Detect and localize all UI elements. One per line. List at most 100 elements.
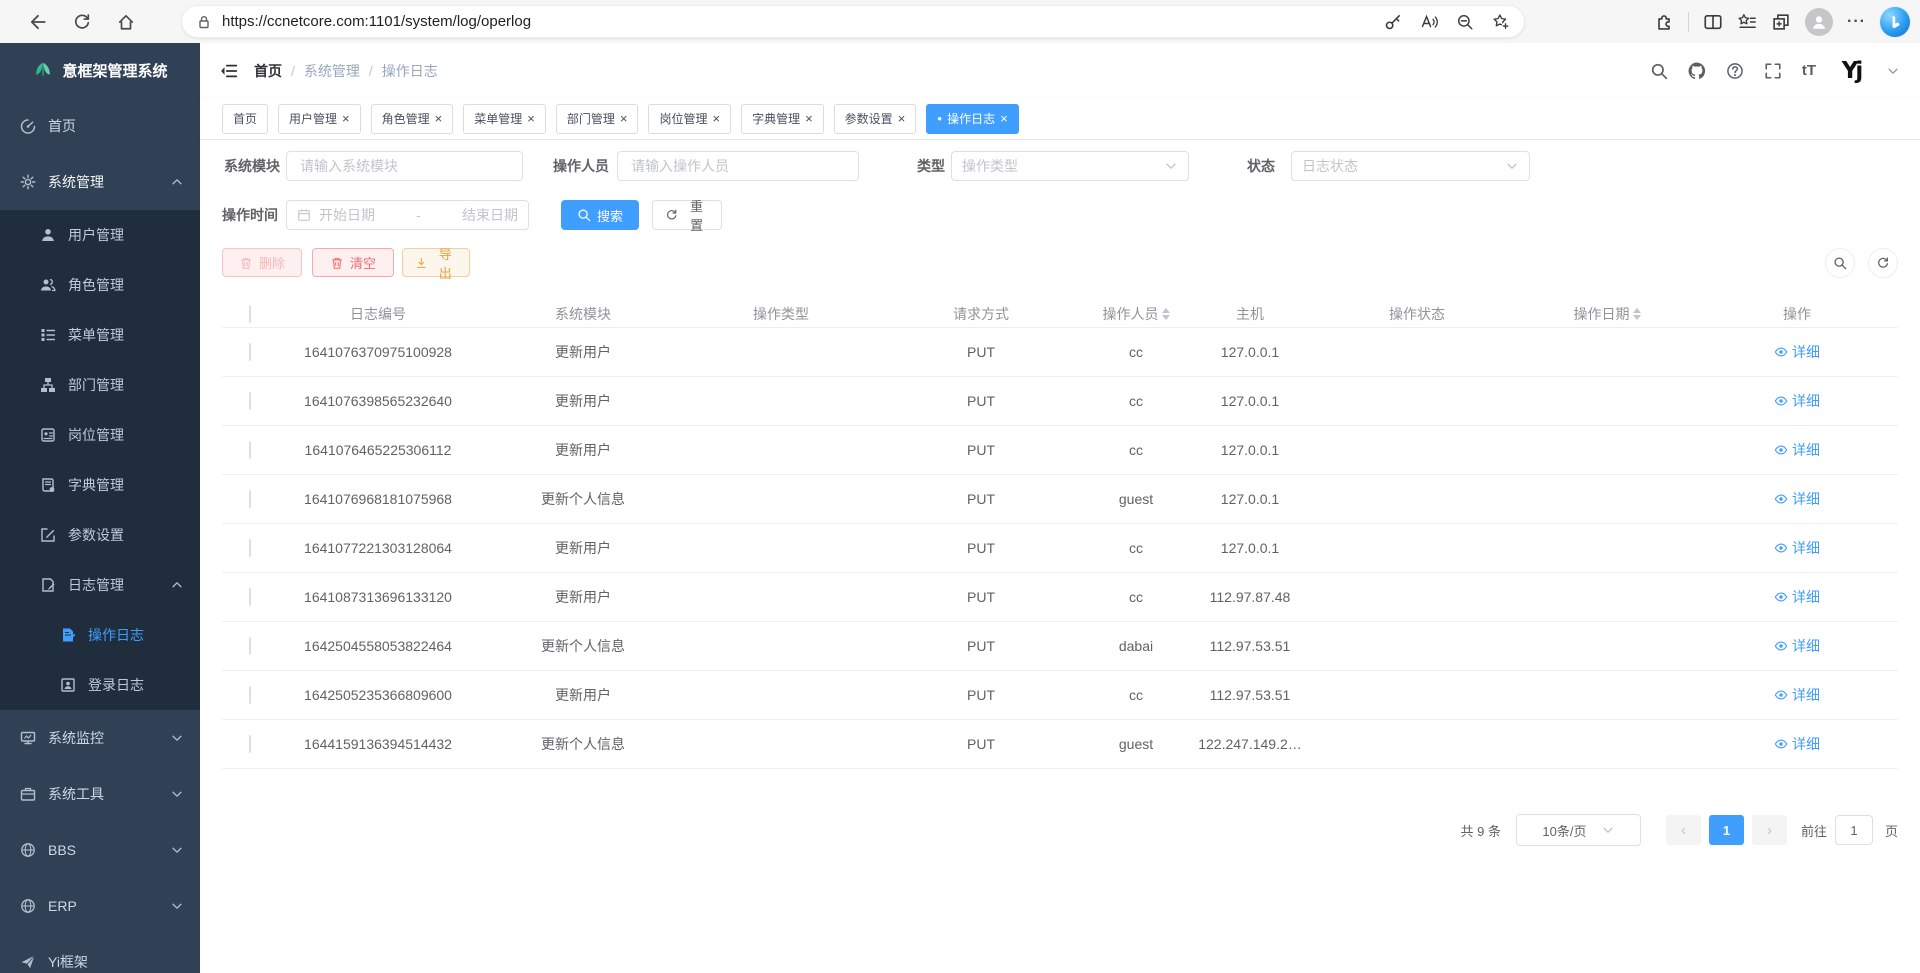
- tab-operation-log[interactable]: ●操作日志×: [926, 104, 1018, 134]
- clear-button[interactable]: 清空: [312, 248, 394, 277]
- search-icon[interactable]: [1650, 62, 1668, 80]
- close-icon[interactable]: ×: [342, 112, 350, 125]
- sidebar-item-yi-framework[interactable]: Yi框架: [0, 934, 200, 973]
- tab-parameter-settings[interactable]: 参数设置×: [834, 104, 917, 134]
- sidebar-item-home[interactable]: 首页: [0, 98, 200, 154]
- sidebar-item-posts[interactable]: 岗位管理: [0, 410, 200, 460]
- sidebar-item-departments[interactable]: 部门管理: [0, 360, 200, 410]
- browser-home-button[interactable]: [112, 8, 140, 36]
- export-button[interactable]: 导出: [402, 248, 470, 277]
- sidebar-item-users[interactable]: 用户管理: [0, 210, 200, 260]
- row-checkbox[interactable]: [249, 686, 251, 704]
- browser-refresh-button[interactable]: [68, 8, 96, 36]
- detail-link[interactable]: 详细: [1774, 391, 1820, 411]
- refresh-table-button[interactable]: [1868, 248, 1898, 278]
- cell-module: 更新个人信息: [478, 720, 688, 769]
- tab-role-management[interactable]: 角色管理×: [371, 104, 454, 134]
- close-icon[interactable]: ×: [435, 112, 443, 125]
- sidebar-toggle-button[interactable]: [220, 62, 238, 80]
- close-icon[interactable]: ×: [898, 112, 906, 125]
- caret-down-icon[interactable]: [1886, 64, 1900, 78]
- row-checkbox[interactable]: [249, 490, 251, 508]
- sidebar-item-menus[interactable]: 菜单管理: [0, 310, 200, 360]
- date-range-picker[interactable]: 开始日期 - 结束日期: [286, 200, 529, 230]
- close-icon[interactable]: ×: [620, 112, 628, 125]
- browser-profile-avatar[interactable]: [1805, 8, 1833, 36]
- tab-home[interactable]: 首页: [222, 104, 268, 134]
- delete-button[interactable]: 删除: [222, 248, 302, 277]
- type-select[interactable]: 操作类型: [951, 151, 1189, 181]
- detail-link[interactable]: 详细: [1774, 538, 1820, 558]
- row-checkbox[interactable]: [249, 735, 251, 753]
- calendar-icon: [297, 208, 311, 222]
- collections-icon[interactable]: [1771, 12, 1791, 32]
- sidebar-item-erp[interactable]: ERP: [0, 878, 200, 934]
- select-all-checkbox[interactable]: [249, 305, 251, 323]
- row-checkbox[interactable]: [249, 539, 251, 557]
- sidebar-item-login-log[interactable]: 登录日志: [0, 660, 200, 710]
- tab-menu-management[interactable]: 菜单管理×: [463, 104, 546, 134]
- next-page-button[interactable]: ›: [1752, 815, 1787, 845]
- detail-link[interactable]: 详细: [1774, 440, 1820, 460]
- search-button[interactable]: 搜索: [561, 200, 639, 230]
- github-icon[interactable]: [1688, 62, 1706, 80]
- font-size-icon[interactable]: tT: [1802, 62, 1816, 79]
- sidebar-item-dictionary[interactable]: 字典管理: [0, 460, 200, 510]
- status-select[interactable]: 日志状态: [1291, 151, 1530, 181]
- toggle-search-button[interactable]: [1825, 248, 1855, 278]
- sidebar-item-tools[interactable]: 系统工具: [0, 766, 200, 822]
- read-aloud-icon[interactable]: [1420, 13, 1438, 31]
- detail-link[interactable]: 详细: [1774, 587, 1820, 607]
- close-icon[interactable]: ×: [1000, 112, 1008, 125]
- sidebar-item-operation-log[interactable]: 操作日志: [0, 610, 200, 660]
- extensions-puzzle-icon[interactable]: [1654, 12, 1674, 32]
- address-bar[interactable]: https://ccnetcore.com:1101/system/log/op…: [181, 5, 1525, 38]
- sort-icons[interactable]: [1162, 304, 1170, 324]
- tab-user-management[interactable]: 用户管理×: [278, 104, 361, 134]
- prev-page-button[interactable]: ‹: [1666, 815, 1701, 845]
- tab-post-management[interactable]: 岗位管理×: [648, 104, 731, 134]
- close-icon[interactable]: ×: [527, 112, 535, 125]
- operator-input[interactable]: [629, 157, 847, 175]
- favorites-list-icon[interactable]: [1737, 12, 1757, 32]
- sidebar-item-system[interactable]: 系统管理: [0, 154, 200, 210]
- fullscreen-icon[interactable]: [1764, 62, 1782, 80]
- detail-link[interactable]: 详细: [1774, 685, 1820, 705]
- close-icon[interactable]: ×: [805, 112, 813, 125]
- row-checkbox[interactable]: [249, 441, 251, 459]
- row-checkbox[interactable]: [249, 588, 251, 606]
- row-checkbox[interactable]: [249, 637, 251, 655]
- module-input[interactable]: [298, 157, 511, 175]
- tab-dictionary-management[interactable]: 字典管理×: [741, 104, 824, 134]
- detail-link[interactable]: 详细: [1774, 489, 1820, 509]
- sidebar-item-log-management[interactable]: 日志管理: [0, 560, 200, 610]
- sidebar-item-monitor[interactable]: 系统监控: [0, 710, 200, 766]
- help-question-icon[interactable]: [1726, 62, 1744, 80]
- sidebar-item-bbs[interactable]: BBS: [0, 822, 200, 878]
- browser-back-button[interactable]: [24, 8, 52, 36]
- document-icon: [60, 627, 76, 643]
- breadcrumb-home[interactable]: 首页: [254, 61, 282, 81]
- password-key-icon[interactable]: [1384, 13, 1402, 31]
- page-1-button[interactable]: 1: [1709, 815, 1744, 845]
- browser-menu-icon[interactable]: ···: [1847, 13, 1866, 31]
- zoom-out-icon[interactable]: [1456, 13, 1474, 31]
- tab-department-management[interactable]: 部门管理×: [556, 104, 639, 134]
- app-logo-text: 意框架管理系统: [62, 60, 167, 81]
- detail-link[interactable]: 详细: [1774, 734, 1820, 754]
- goto-page-input[interactable]: [1835, 815, 1873, 845]
- sidebar-item-parameters[interactable]: 参数设置: [0, 510, 200, 560]
- reset-button[interactable]: 重置: [652, 200, 722, 230]
- add-favorite-icon[interactable]: [1492, 13, 1510, 31]
- page-size-select[interactable]: 10条/页: [1516, 814, 1641, 846]
- detail-link[interactable]: 详细: [1774, 342, 1820, 362]
- bing-copilot-icon[interactable]: [1880, 7, 1910, 37]
- row-checkbox[interactable]: [249, 392, 251, 410]
- close-icon[interactable]: ×: [712, 112, 720, 125]
- user-logo-avatar[interactable]: Yj: [1836, 56, 1866, 86]
- detail-link[interactable]: 详细: [1774, 636, 1820, 656]
- sort-icons[interactable]: [1633, 304, 1641, 324]
- sidebar-item-roles[interactable]: 角色管理: [0, 260, 200, 310]
- split-screen-icon[interactable]: [1703, 12, 1723, 32]
- row-checkbox[interactable]: [249, 343, 251, 361]
